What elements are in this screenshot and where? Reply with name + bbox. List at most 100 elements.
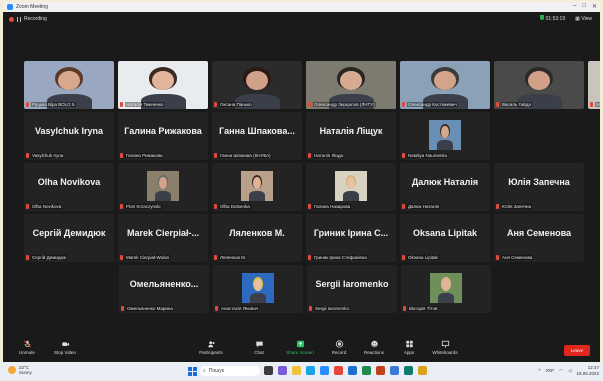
participant-tile[interactable]: Галина Рижакова Галина Рижакова xyxy=(118,112,208,160)
task-view-icon[interactable] xyxy=(264,366,273,375)
participant-name: Вікторія Тітов xyxy=(408,306,439,311)
record-icon xyxy=(335,340,343,348)
mic-muted-icon xyxy=(26,153,29,158)
participant-tile[interactable]: Анастасія Янович xyxy=(213,265,303,313)
mic-muted-icon xyxy=(496,204,499,209)
participant-display-name: Olha Novikova xyxy=(37,177,101,187)
unmute-button[interactable]: Unmute xyxy=(9,340,45,355)
participant-label: Юлія Запечна xyxy=(496,204,532,209)
chrome-icon[interactable] xyxy=(334,366,343,375)
close-icon[interactable]: ✕ xyxy=(592,3,597,10)
recording-label: Recording xyxy=(24,16,47,22)
minimize-icon[interactable]: – xyxy=(573,3,576,10)
share-screen-button[interactable]: Share Screen xyxy=(282,340,318,355)
mic-muted-icon xyxy=(309,306,312,311)
participant-tile[interactable]: Vasylchuk Iryna Vasylchuk Iryna xyxy=(24,112,114,160)
participant-tile[interactable]: Marek Cierpiał-... Marek Cierpiał-Wolan xyxy=(118,214,208,262)
title-bar: Zoom Meeting – □ ✕ xyxy=(3,2,600,12)
whiteboards-button[interactable]: Whiteboards xyxy=(427,340,463,355)
participant-tile[interactable]: Nataliya Naumenko xyxy=(400,112,490,160)
mic-muted-icon xyxy=(402,204,405,209)
participant-tile[interactable]: Ганна Шпакова... Ганна Шпакова (КНУБА) xyxy=(212,112,302,160)
participant-tile[interactable]: Олександр Костюкевич xyxy=(400,61,490,109)
participant-name: Ляленков М. xyxy=(219,255,248,260)
zoom-app-icon[interactable] xyxy=(320,366,329,375)
participant-label: Руцька Віра BOLG 5 xyxy=(26,102,76,107)
participant-tile[interactable]: Наталія Тимченко xyxy=(118,61,208,109)
window-controls: – □ ✕ xyxy=(573,3,597,10)
participant-tile[interactable]: Омельяненко... Омельяненко Марина xyxy=(119,265,209,313)
participant-name: Marek Cierpiał-Wolan xyxy=(125,255,171,260)
participant-name: Олександр Костюкевич xyxy=(407,102,458,107)
record-button[interactable]: Record xyxy=(321,340,357,355)
participant-tile[interactable]: Sergii Iaromenko Sergii Iaromenko xyxy=(307,265,397,313)
participant-display-name: Sergii Iaromenko xyxy=(315,279,389,289)
tray-chevron-icon[interactable]: ^ xyxy=(538,368,540,373)
share-screen-icon xyxy=(296,340,304,348)
edge-icon[interactable] xyxy=(306,366,315,375)
store-icon[interactable] xyxy=(404,366,413,375)
excel-icon[interactable] xyxy=(362,366,371,375)
mail-icon[interactable] xyxy=(390,366,399,375)
mic-muted-icon xyxy=(308,102,311,107)
participant-tile[interactable]: Вікторія Тітов xyxy=(401,265,491,313)
participant-tile[interactable]: Юлія Запечна Юлія Запечна xyxy=(494,163,584,211)
participant-tile[interactable]: Сергій Демидюк Сергій Демидюк xyxy=(24,214,114,262)
participant-tile[interactable]: Василь Гайда xyxy=(494,61,584,109)
participant-label: Олександр Зерцалов (ЛНТУ) xyxy=(308,102,376,107)
participant-name: Галина Назарова xyxy=(313,204,352,209)
taskbar-search-input[interactable]: ⌕ Пошук xyxy=(200,366,260,376)
participant-video xyxy=(241,171,273,201)
participant-name: Анастасія Янович xyxy=(220,306,260,311)
participant-label: Наталія Ліщук xyxy=(308,153,345,158)
participant-display-name: Vasylchuk Iryna xyxy=(34,126,104,136)
view-button[interactable]: ▦ View xyxy=(575,16,592,22)
participant-tile[interactable]: Maria Iiina xyxy=(588,61,600,109)
participant-tile[interactable]: Оксана Панько xyxy=(212,61,302,109)
participant-tile[interactable]: Наталія Ліщук Наталія Ліщук xyxy=(306,112,396,160)
participant-name: Руцька Віра BOLG 5 xyxy=(31,102,76,107)
participant-tile[interactable]: Piotr Krzaczynski xyxy=(118,163,208,211)
participant-tile[interactable]: Галина Назарова xyxy=(306,163,396,211)
chat-button[interactable]: Chat xyxy=(241,340,277,355)
photos-icon[interactable] xyxy=(418,366,427,375)
word-icon[interactable] xyxy=(348,366,357,375)
weather-widget[interactable]: 22°C Sunny xyxy=(8,365,32,375)
participant-display-name: Marek Cierpiał-... xyxy=(126,228,200,238)
participant-tile[interactable]: Гриник Ірина С... Гриник Ірина Стефанівна xyxy=(306,214,396,262)
stop-video-button[interactable]: Stop Video xyxy=(47,340,83,355)
powerpoint-icon[interactable] xyxy=(376,366,385,375)
file-explorer-icon[interactable] xyxy=(292,366,301,375)
apps-grid-icon xyxy=(405,340,413,348)
smiley-icon xyxy=(370,340,378,348)
participant-tile[interactable]: Oksana Lipitak Oksana Lipitak xyxy=(400,214,490,262)
windows-start-icon[interactable] xyxy=(188,367,197,376)
pause-recording-icon[interactable] xyxy=(17,16,21,22)
participant-tile[interactable]: Аня Семенова Аня Семенова xyxy=(494,214,584,262)
participant-tile[interactable]: Руцька Віра BOLG 5 xyxy=(24,61,114,109)
participant-tile[interactable]: Olha Dotsenka xyxy=(212,163,302,211)
participants-button[interactable]: Participants xyxy=(193,340,229,355)
wifi-icon[interactable]: ◠ xyxy=(559,368,563,374)
participant-name: Ганна Шпакова (КНУБА) xyxy=(219,153,272,158)
participant-display-name: Галина Рижакова xyxy=(124,126,202,136)
apps-button[interactable]: Apps xyxy=(391,340,427,355)
taskbar-clock[interactable]: 12:47 18.05.2023 xyxy=(576,365,599,376)
participant-label: Marek Cierpiał-Wolan xyxy=(120,255,171,260)
maximize-icon[interactable]: □ xyxy=(582,3,586,10)
participant-tile[interactable]: Далюк Наталія Далюк Наталія xyxy=(400,163,490,211)
participant-tile[interactable]: Ляленков М. Ляленков М. xyxy=(212,214,302,262)
mic-muted-icon xyxy=(23,340,31,348)
leave-button[interactable]: Leave xyxy=(564,345,590,356)
participant-name: Сергій Демидюк xyxy=(31,255,67,260)
participant-label: Вікторія Тітов xyxy=(403,306,439,311)
participant-display-name: Юлія Запечна xyxy=(508,177,570,187)
teams-icon[interactable] xyxy=(278,366,287,375)
participant-tile[interactable]: Олександр Зерцалов (ЛНТУ) xyxy=(306,61,396,109)
reactions-button[interactable]: Reactions xyxy=(356,340,392,355)
volume-icon[interactable]: ◁ xyxy=(568,368,571,374)
shield-icon xyxy=(539,15,544,20)
mic-muted-icon xyxy=(26,204,29,209)
participant-tile[interactable]: Olha Novikova Olha Novikova xyxy=(24,163,114,211)
language-indicator[interactable]: УКР xyxy=(546,368,554,373)
